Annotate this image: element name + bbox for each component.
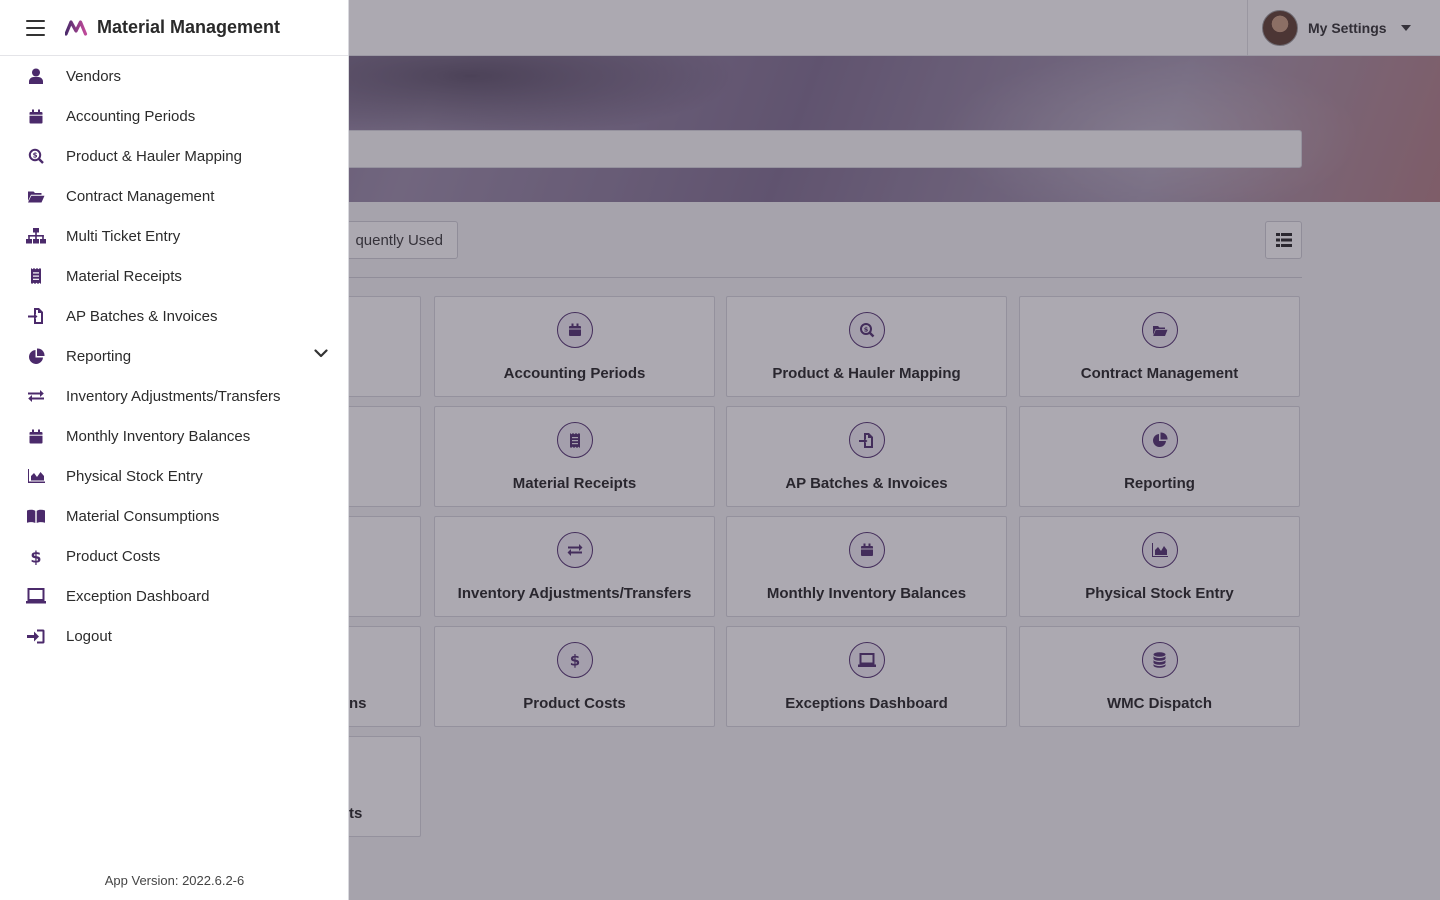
sidebar-item-label: Contract Management	[66, 187, 215, 205]
sidebar-item-ap-batches-invoices[interactable]: AP Batches & Invoices	[0, 296, 348, 336]
sidebar-item-label: Accounting Periods	[66, 107, 196, 125]
sidebar-item-label: Exception Dashboard	[66, 587, 210, 605]
sidebar-item-material-consumptions[interactable]: Material Consumptions	[0, 496, 348, 536]
sidebar-item-label: Material Consumptions	[66, 507, 220, 525]
sidebar-item-product-costs[interactable]: $ Product Costs	[0, 536, 348, 576]
app-version: App Version: 2022.6.2-6	[104, 873, 245, 888]
calendar-icon	[26, 106, 46, 126]
sidebar-item-label: Vendors	[66, 67, 122, 85]
search-dollar-icon: $	[26, 146, 46, 166]
sidebar-menu: Vendors Accounting Periods $ Product & H…	[0, 56, 348, 656]
book-icon	[26, 506, 46, 526]
sidebar-item-label: Product & Hauler Mapping	[66, 147, 242, 165]
sidebar-item-reporting[interactable]: Reporting	[0, 336, 348, 376]
sidebar-item-label: Monthly Inventory Balances	[66, 427, 251, 445]
calendar-icon	[26, 426, 46, 446]
svg-text:$: $	[33, 151, 38, 159]
exchange-icon	[26, 386, 46, 406]
sidebar-item-label: Reporting	[66, 347, 132, 365]
sidebar-drawer: Material Management Vendors Accounting P…	[0, 0, 349, 900]
drawer-header: Material Management	[0, 0, 348, 56]
sidebar-item-contract-management[interactable]: Contract Management	[0, 176, 348, 216]
user-icon	[26, 66, 46, 86]
sidebar-item-multi-ticket-entry[interactable]: Multi Ticket Entry	[0, 216, 348, 256]
app-logo	[65, 19, 88, 36]
sidebar-item-label: Inventory Adjustments/Transfers	[66, 387, 281, 405]
chevron-down-icon[interactable]	[314, 349, 328, 358]
sidebar-item-exception-dashboard[interactable]: Exception Dashboard	[0, 576, 348, 616]
sidebar-item-label: AP Batches & Invoices	[66, 307, 218, 325]
sidebar-item-product-hauler-mapping[interactable]: $ Product & Hauler Mapping	[0, 136, 348, 176]
sidebar-item-physical-stock-entry[interactable]: Physical Stock Entry	[0, 456, 348, 496]
sidebar-item-vendors[interactable]: Vendors	[0, 56, 348, 96]
sidebar-item-label: Product Costs	[66, 547, 161, 565]
sidebar-item-inventory-adjustments[interactable]: Inventory Adjustments/Transfers	[0, 376, 348, 416]
sidebar-item-label: Physical Stock Entry	[66, 467, 203, 485]
sidebar-item-label: Multi Ticket Entry	[66, 227, 181, 245]
area-chart-icon	[26, 466, 46, 486]
menu-toggle-icon[interactable]	[26, 19, 45, 36]
dollar-icon: $	[26, 546, 46, 566]
sidebar-item-material-receipts[interactable]: Material Receipts	[0, 256, 348, 296]
sitemap-icon	[26, 226, 46, 246]
pie-chart-icon	[26, 346, 46, 366]
file-import-icon	[26, 306, 46, 326]
sidebar-item-logout[interactable]: Logout	[0, 616, 348, 656]
receipt-icon	[26, 266, 46, 286]
sidebar-item-label: Logout	[66, 627, 112, 645]
svg-text:$: $	[30, 548, 41, 565]
laptop-icon	[26, 586, 46, 606]
sidebar-item-label: Material Receipts	[66, 267, 182, 285]
sidebar-item-accounting-periods[interactable]: Accounting Periods	[0, 96, 348, 136]
sign-in-icon	[26, 626, 46, 646]
sidebar-item-monthly-inventory-balances[interactable]: Monthly Inventory Balances	[0, 416, 348, 456]
folder-open-icon	[26, 186, 46, 206]
app-title: Material Management	[97, 17, 281, 37]
